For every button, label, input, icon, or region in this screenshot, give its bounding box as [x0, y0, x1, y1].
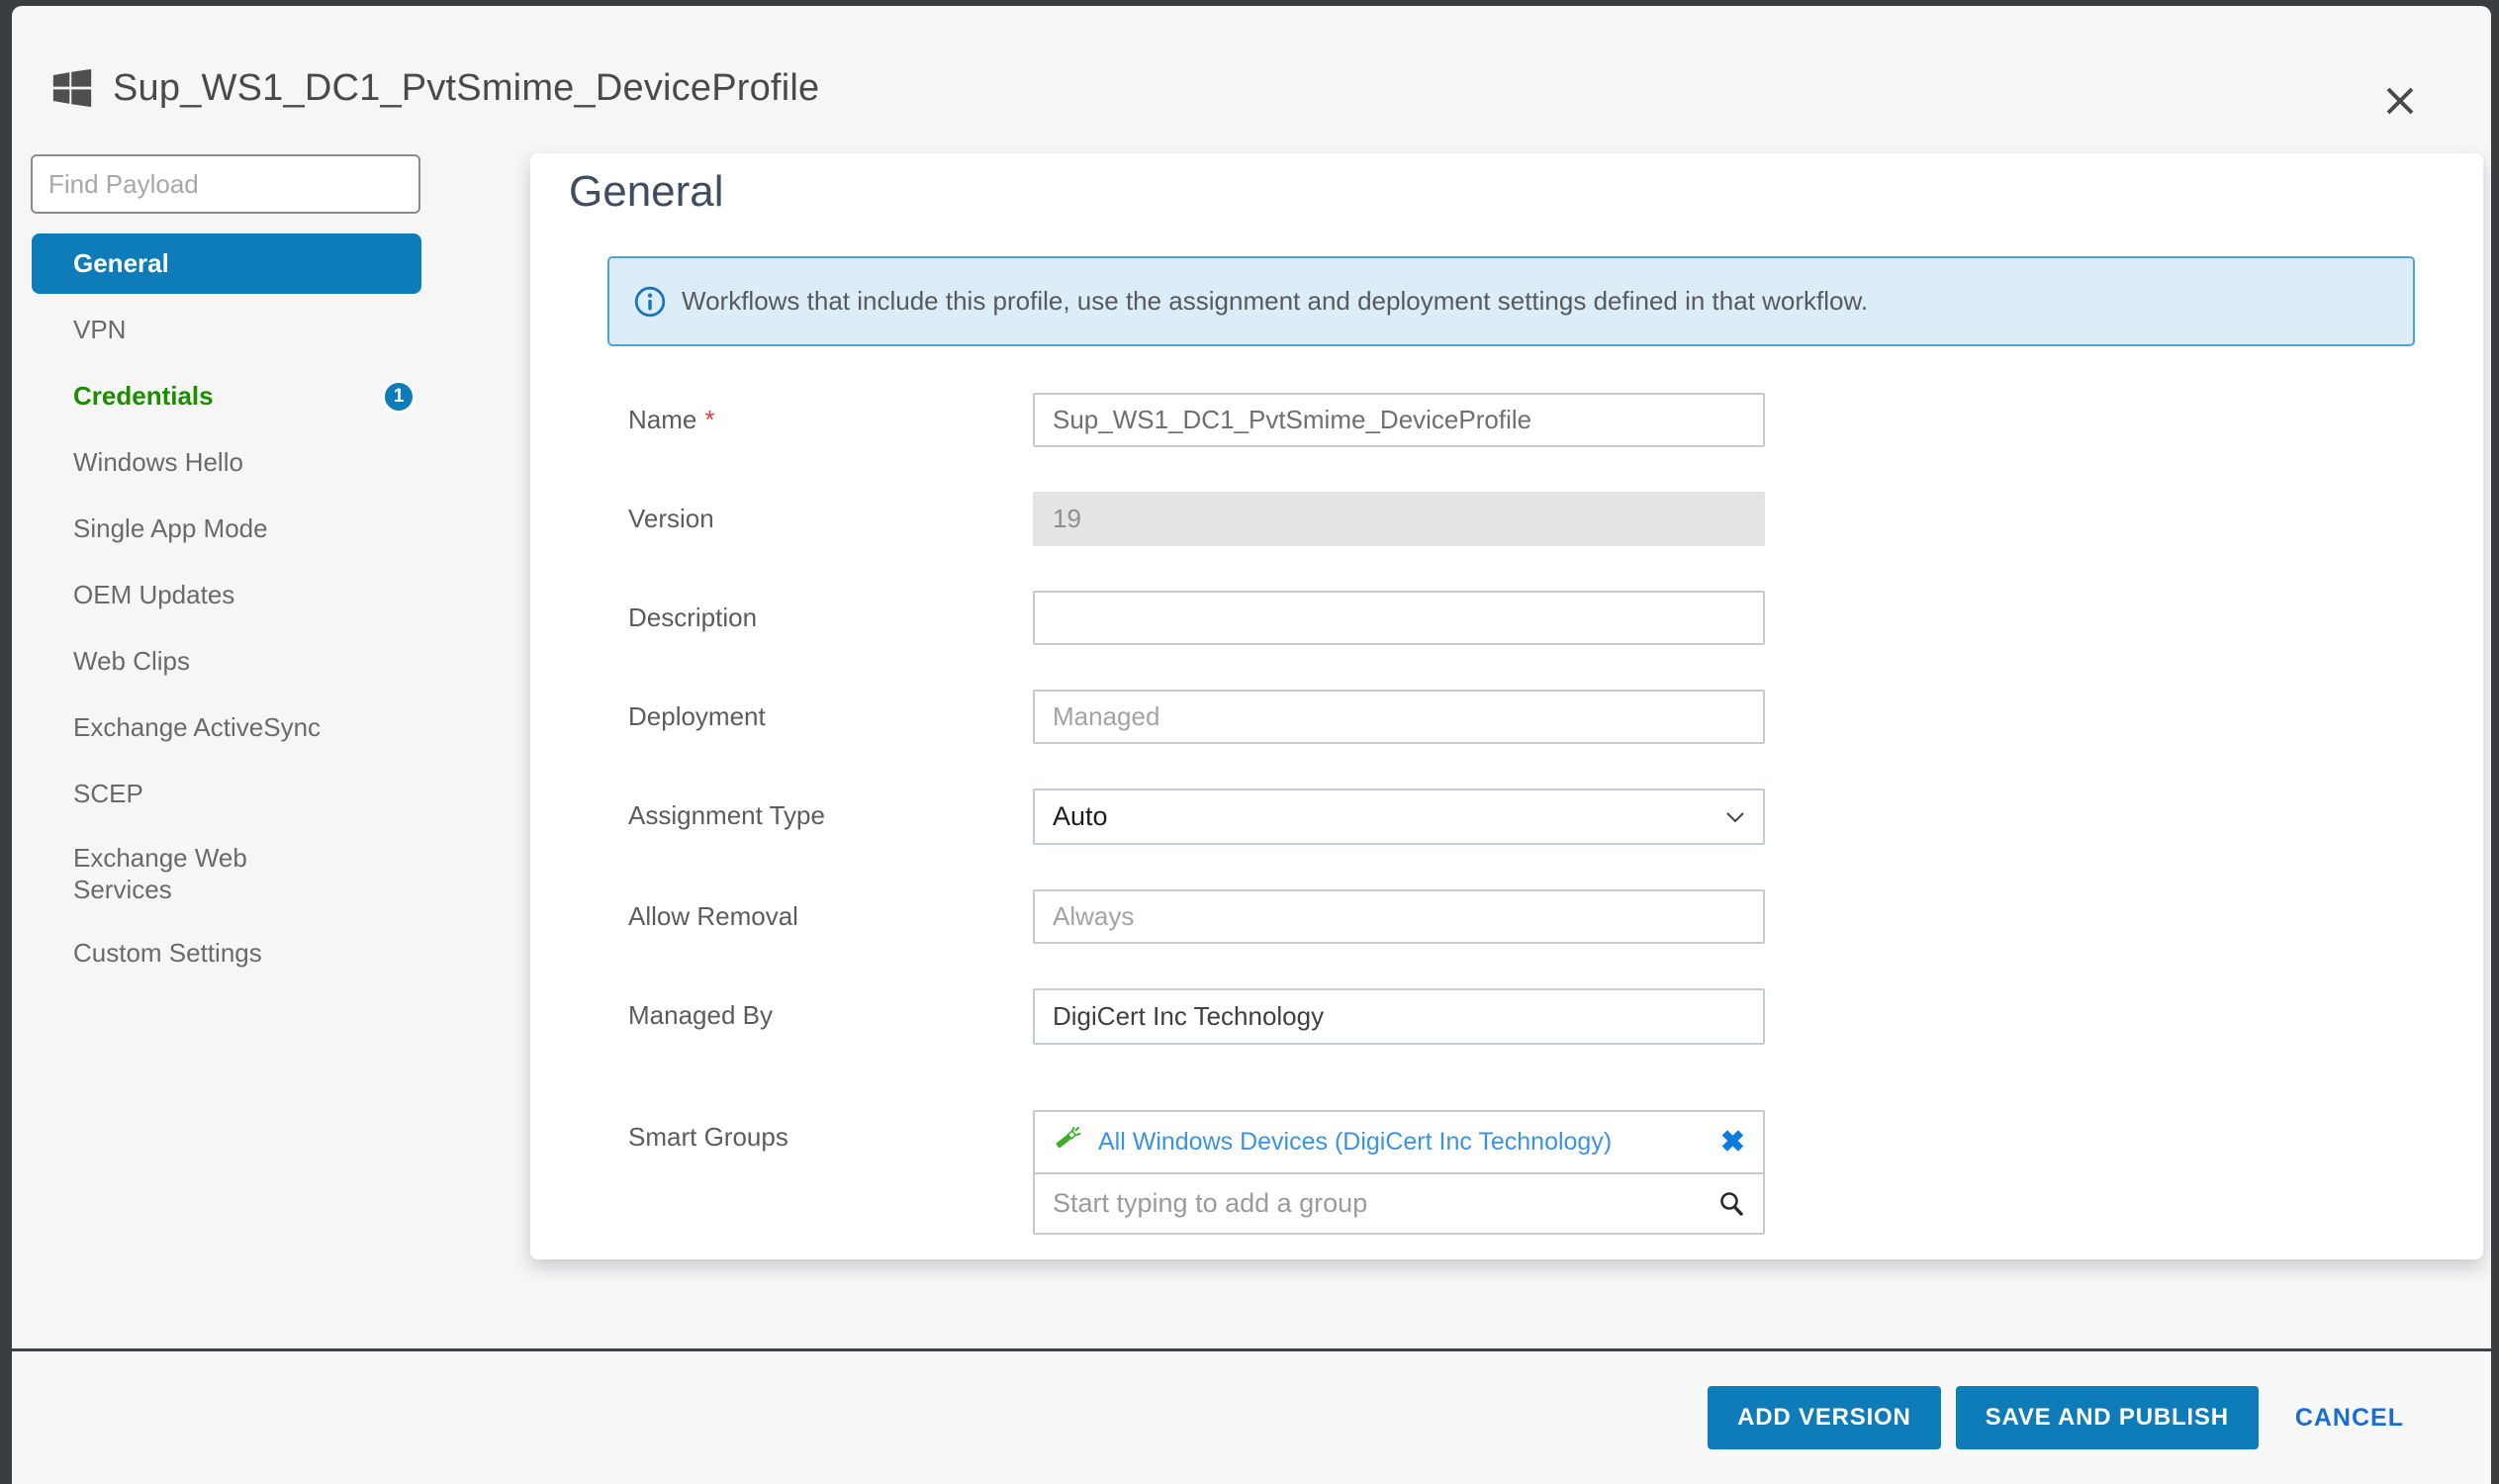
sidebar-item-web-clips[interactable]: Web Clips — [32, 631, 421, 692]
deployment-input[interactable] — [1033, 690, 1765, 744]
general-form: Name* Version Description Deployment Ass… — [530, 393, 2483, 1235]
smart-group-link[interactable]: All Windows Devices (DigiCert Inc Techno… — [1098, 1128, 1707, 1157]
general-panel: General Workflows that include this prof… — [530, 153, 2483, 1259]
sidebar-item-exchange-activesync[interactable]: Exchange ActiveSync — [32, 697, 421, 758]
search-icon — [1717, 1190, 1745, 1218]
add-version-button[interactable]: ADD VERSION — [1708, 1386, 1941, 1449]
sidebar-item-oem-updates[interactable]: OEM Updates — [32, 565, 421, 625]
assignment-type-row: Assignment Type Auto — [628, 788, 2483, 845]
name-input[interactable] — [1033, 393, 1765, 447]
sidebar-item-exchange-web-services[interactable]: Exchange Web Services — [32, 830, 421, 917]
payload-sidebar: General VPN Credentials 1 Windows Hello … — [12, 154, 530, 983]
sidebar-item-credentials[interactable]: Credentials 1 — [32, 366, 421, 426]
managed-by-input[interactable] — [1033, 988, 1765, 1045]
workflow-info-banner: Workflows that include this profile, use… — [607, 256, 2415, 346]
save-and-publish-button[interactable]: SAVE AND PUBLISH — [1956, 1386, 2259, 1449]
description-label: Description — [628, 591, 1033, 645]
smart-groups-row: Smart Groups All Windows Devices (DigiCe… — [628, 1110, 2483, 1235]
info-icon — [633, 285, 667, 319]
sidebar-item-single-app-mode[interactable]: Single App Mode — [32, 499, 421, 559]
sidebar-item-scep[interactable]: SCEP — [32, 764, 421, 824]
smart-groups-label: Smart Groups — [628, 1110, 1033, 1164]
page-title: General — [569, 167, 2483, 217]
deployment-row: Deployment — [628, 690, 2483, 744]
banner-text: Workflows that include this profile, use… — [682, 286, 1868, 317]
smart-group-search-input[interactable] — [1053, 1188, 1717, 1219]
sidebar-item-windows-hello[interactable]: Windows Hello — [32, 432, 421, 493]
sidebar-item-general[interactable]: General — [32, 233, 421, 294]
sidebar-item-custom-settings[interactable]: Custom Settings — [32, 923, 421, 983]
managed-by-label: Managed By — [628, 988, 1033, 1045]
remove-group-icon[interactable]: ✖ — [1720, 1128, 1745, 1158]
name-label: Name* — [628, 393, 1033, 447]
close-button[interactable] — [2378, 79, 2422, 123]
required-asterisk: * — [704, 405, 714, 434]
version-row: Version — [628, 492, 2483, 546]
smart-group-wand-icon — [1053, 1127, 1084, 1159]
allow-removal-label: Allow Removal — [628, 889, 1033, 944]
chevron-down-icon — [1725, 811, 1745, 823]
dialog-title: Sup_WS1_DC1_PvtSmime_DeviceProfile — [113, 67, 819, 110]
version-input — [1033, 492, 1765, 546]
dialog-footer: ADD VERSION SAVE AND PUBLISH CANCEL — [12, 1348, 2491, 1484]
credentials-count-badge: 1 — [382, 380, 416, 414]
smart-groups-box: All Windows Devices (DigiCert Inc Techno… — [1033, 1110, 1765, 1235]
sidebar-item-vpn[interactable]: VPN — [32, 300, 421, 360]
windows-logo-icon — [49, 65, 95, 111]
version-label: Version — [628, 492, 1033, 546]
name-row: Name* — [628, 393, 2483, 447]
find-payload-input[interactable] — [31, 154, 420, 214]
cancel-button[interactable]: CANCEL — [2295, 1404, 2404, 1433]
dialog-header: Sup_WS1_DC1_PvtSmime_DeviceProfile — [12, 6, 2491, 154]
assignment-type-select[interactable]: Auto — [1033, 788, 1765, 845]
payload-nav-list: General VPN Credentials 1 Windows Hello … — [12, 233, 530, 983]
close-icon — [2382, 83, 2418, 119]
allow-removal-row: Allow Removal — [628, 889, 2483, 944]
managed-by-row: Managed By — [628, 988, 2483, 1045]
description-input[interactable] — [1033, 591, 1765, 645]
selected-smart-group: All Windows Devices (DigiCert Inc Techno… — [1035, 1112, 1763, 1174]
smart-group-search-row — [1035, 1174, 1763, 1233]
assignment-type-label: Assignment Type — [628, 788, 1033, 845]
description-row: Description — [628, 591, 2483, 645]
allow-removal-input[interactable] — [1033, 889, 1765, 944]
profile-dialog: Sup_WS1_DC1_PvtSmime_DeviceProfile Gener… — [12, 6, 2491, 1484]
deployment-label: Deployment — [628, 690, 1033, 744]
